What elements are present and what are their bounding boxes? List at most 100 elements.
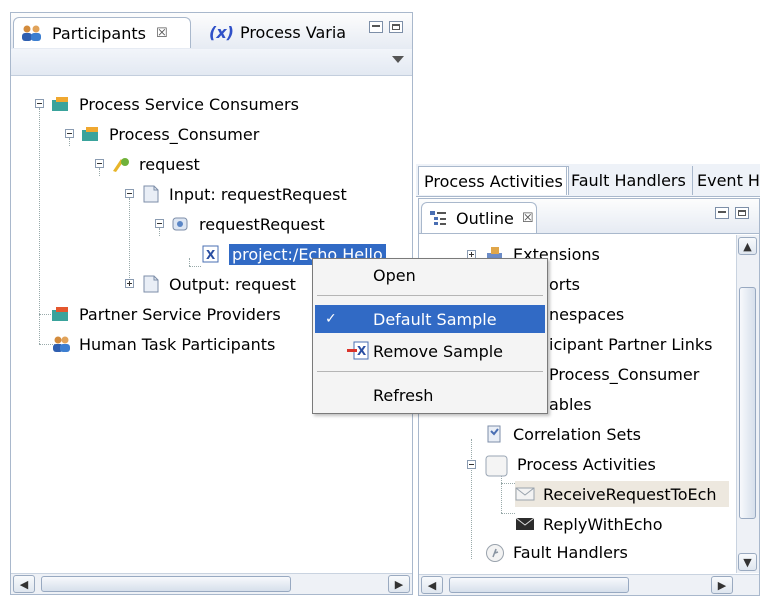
outline-tabbar: Outline ☒ [419, 199, 759, 234]
tab-fault-handlers[interactable]: Fault Handlers [566, 166, 690, 195]
tab-outline-label: Outline [456, 208, 514, 228]
outline-item-process-activities[interactable]: Process Activities [485, 451, 656, 477]
scroll-thumb[interactable] [41, 576, 291, 592]
outline-icon [428, 209, 448, 227]
message-icon [141, 185, 161, 203]
menu-separator [317, 371, 543, 372]
menu-item-label: Open [373, 265, 416, 285]
tree-item-human-task-participants[interactable]: Human Task Participants [51, 331, 275, 357]
outline-item-label: ReceiveRequestToEch [543, 484, 717, 504]
tree-item-output-request[interactable]: Output: request [141, 271, 296, 297]
xml-file-icon: X [201, 245, 221, 263]
view-menu-icon[interactable] [392, 56, 404, 63]
scroll-thumb[interactable] [449, 577, 629, 593]
tab-process-variables[interactable]: (x) Process Varia [203, 17, 359, 48]
scroll-thumb[interactable] [739, 287, 756, 519]
scroll-down-icon[interactable]: ▼ [738, 553, 757, 571]
outline-vscrollbar[interactable]: ▲ ▼ [736, 235, 759, 573]
outline-item-participant-partner-links[interactable]: icipant Partner Links [549, 331, 712, 357]
people-icon [51, 335, 71, 353]
outline-item-reply-with-echo[interactable]: ReplyWithEcho [515, 511, 662, 537]
minimize-icon[interactable] [369, 21, 383, 33]
tree-item-process-service-consumers[interactable]: Process Service Consumers [51, 91, 299, 117]
tree-item-request[interactable]: request [111, 151, 200, 177]
tab-label: Process Activities [424, 171, 563, 191]
menu-item-label: Default Sample [373, 309, 497, 329]
remove-sample-icon: X [347, 341, 369, 365]
tab-label: Event H [697, 171, 760, 190]
tab-event-handlers[interactable]: Event H [692, 166, 760, 195]
collapse-icon[interactable] [35, 99, 44, 108]
tree-item-label: Partner Service Providers [79, 304, 281, 324]
tree-item-label: Input: requestRequest [169, 184, 347, 204]
outline-item-label: icipant Partner Links [549, 334, 713, 354]
scroll-left-icon[interactable]: ◀ [421, 576, 443, 594]
minimize-icon[interactable] [715, 207, 729, 219]
variables-icon: (x) [209, 23, 234, 42]
participants-toolbar [11, 49, 412, 76]
correlation-sets-icon [485, 425, 505, 443]
message-icon [141, 275, 161, 293]
collapse-icon[interactable] [95, 159, 104, 168]
participants-hscrollbar[interactable]: ◀ ▶ [11, 573, 412, 594]
close-icon[interactable]: ☒ [522, 211, 534, 226]
outline-item-receive-request[interactable]: ReceiveRequestToEch [515, 481, 729, 507]
tab-outline[interactable]: Outline ☒ [421, 202, 537, 233]
receive-envelope-icon [515, 485, 535, 503]
partner-folder-icon [51, 305, 71, 323]
scroll-up-icon[interactable]: ▲ [738, 237, 757, 255]
maximize-icon[interactable] [389, 21, 403, 33]
tab-participants[interactable]: Participants ☒ [13, 17, 191, 48]
folder-icon [51, 95, 71, 113]
outline-item-label: Process Activities [517, 454, 656, 474]
outline-item-label: Fault Handlers [513, 542, 628, 562]
collapse-icon[interactable] [155, 219, 164, 228]
outline-item-label: ables [549, 394, 592, 414]
outline-item-label: orts [549, 274, 580, 294]
outline-item-fault-handlers[interactable]: Fault Handlers [485, 539, 628, 565]
tree-item-label: request [139, 154, 200, 174]
outline-item-process-consumer[interactable]: Process_Consumer [549, 361, 699, 387]
tree-item-partner-service-providers[interactable]: Partner Service Providers [51, 301, 281, 327]
tree-item-label: Process Service Consumers [79, 94, 299, 114]
tree-item-request-request[interactable]: requestRequest [171, 211, 325, 237]
scroll-left-icon[interactable]: ◀ [13, 575, 35, 593]
outline-item-namespaces[interactable]: nespaces [549, 301, 624, 327]
tab-process-activities[interactable]: Process Activities [418, 166, 569, 195]
outline-item-label: nespaces [549, 304, 625, 324]
scroll-right-icon[interactable]: ▶ [711, 576, 733, 594]
tree-item-input-request[interactable]: Input: requestRequest [141, 181, 347, 207]
outline-hscrollbar[interactable]: ◀ ▶ [419, 574, 759, 595]
menu-item-open[interactable]: Open [315, 261, 545, 289]
menu-item-label: Refresh [373, 385, 434, 405]
folder-icon [81, 125, 101, 143]
tree-item-label: Process_Consumer [109, 124, 260, 144]
tree-item-label: Human Task Participants [79, 334, 276, 354]
menu-item-label: Remove Sample [373, 341, 504, 361]
outline-item-correlation-sets[interactable]: Correlation Sets [485, 421, 641, 447]
reply-envelope-icon [515, 515, 535, 533]
editor-tabbar: Process Activities Fault Handlers Event … [416, 164, 760, 197]
tree-item-process-consumer[interactable]: Process_Consumer [81, 121, 259, 147]
outline-item-label: Correlation Sets [513, 424, 641, 444]
outline-item-imports[interactable]: orts [549, 271, 580, 297]
collapse-icon[interactable] [467, 460, 476, 469]
menu-item-remove-sample[interactable]: X Remove Sample [315, 337, 545, 365]
collapse-icon[interactable] [65, 129, 74, 138]
tab-label: Fault Handlers [571, 171, 686, 190]
collapse-icon[interactable] [125, 189, 134, 198]
menu-item-default-sample[interactable]: ✓ Default Sample [315, 305, 545, 333]
participants-tabbar: Participants ☒ (x) Process Varia [11, 13, 412, 50]
scroll-right-icon[interactable]: ▶ [388, 575, 410, 593]
svg-text:X: X [357, 344, 367, 358]
tree-item-label: requestRequest [199, 214, 325, 234]
part-icon [171, 215, 191, 233]
maximize-icon[interactable] [735, 207, 749, 219]
expand-icon[interactable] [125, 279, 134, 288]
tree-item-label: Output: request [169, 274, 296, 294]
context-menu: Open ✓ Default Sample X Remove Sample Re… [312, 258, 548, 414]
outline-item-variables[interactable]: ables [549, 391, 592, 417]
close-icon[interactable]: ☒ [156, 26, 168, 41]
menu-item-refresh[interactable]: Refresh [315, 381, 545, 409]
svg-text:X: X [206, 248, 216, 262]
